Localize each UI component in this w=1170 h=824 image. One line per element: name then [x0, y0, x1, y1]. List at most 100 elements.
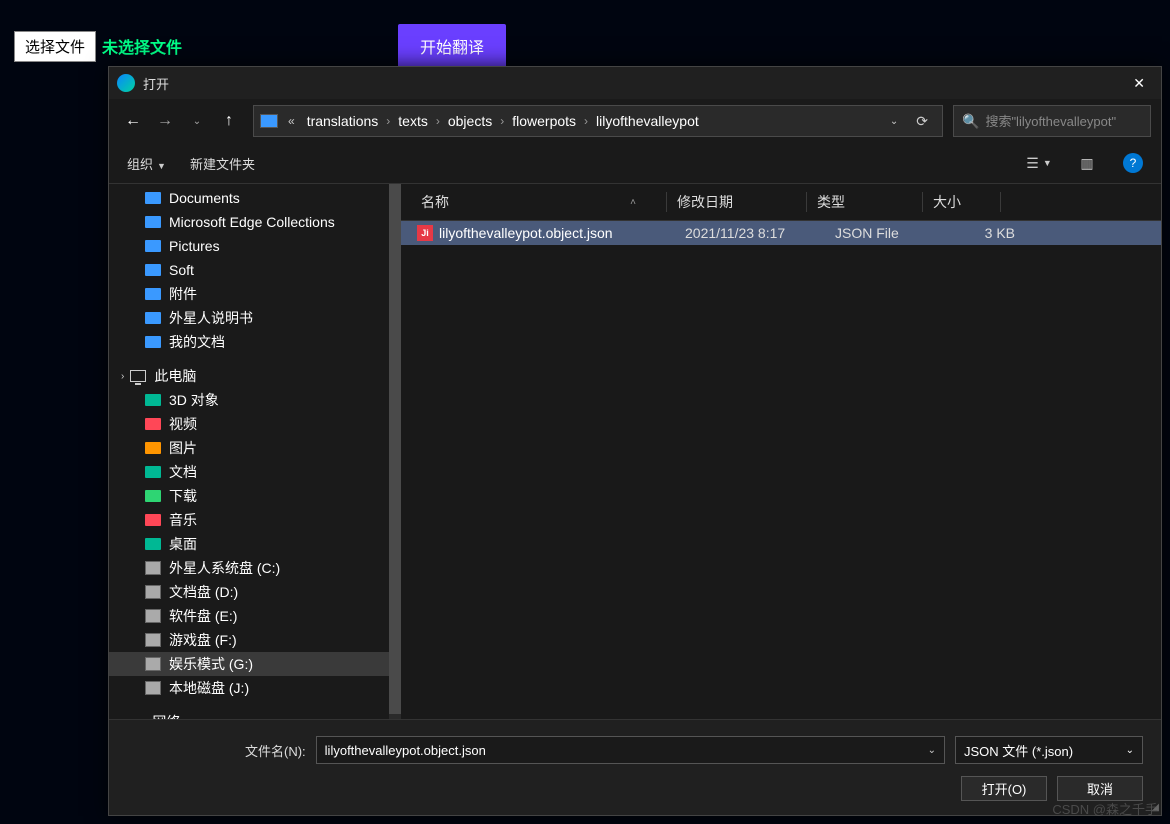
tree-item-label: 外星人系统盘 (C:): [169, 558, 280, 578]
tree-item[interactable]: 娱乐模式 (G:): [109, 652, 401, 676]
tree-item[interactable]: ›此电脑: [109, 364, 401, 388]
file-date: 2021/11/23 8:17: [675, 225, 825, 241]
disk-icon: [145, 561, 161, 575]
file-size: 3 KB: [941, 225, 1015, 241]
disk-icon: [145, 681, 161, 695]
open-button[interactable]: 打开(O): [961, 776, 1047, 801]
crumb-0[interactable]: translations: [299, 113, 387, 129]
tree-item[interactable]: 附件: [109, 282, 401, 306]
search-input[interactable]: [985, 114, 1161, 129]
file-type-select[interactable]: JSON 文件 (*.json) ⌄: [955, 736, 1143, 764]
chevron-down-icon[interactable]: ⌄: [928, 745, 936, 756]
tree-item[interactable]: 文档盘 (D:): [109, 580, 401, 604]
chevron-down-icon: ▼: [1043, 158, 1052, 168]
tree-item[interactable]: 3D 对象: [109, 388, 401, 412]
folder-icon: [145, 466, 161, 478]
tree-item-label: 3D 对象: [169, 390, 219, 410]
folder-icon: [145, 538, 161, 550]
tree-item-label: 软件盘 (E:): [169, 606, 237, 626]
computer-icon: [130, 370, 146, 382]
column-date[interactable]: 修改日期: [667, 192, 807, 212]
column-headers: 名称˄ 修改日期 类型 大小: [401, 184, 1161, 221]
scrollbar[interactable]: [389, 184, 401, 719]
folder-icon: [145, 418, 161, 430]
tree-item[interactable]: Microsoft Edge Collections: [109, 210, 401, 234]
tree-item-label: 音乐: [169, 510, 197, 530]
tree-item-label: Microsoft Edge Collections: [169, 214, 335, 230]
folder-icon: [145, 264, 161, 276]
crumb-1[interactable]: texts: [390, 113, 436, 129]
tree-item[interactable]: Soft: [109, 258, 401, 282]
path-dropdown-icon[interactable]: ⌄: [880, 116, 908, 127]
disk-icon: [145, 657, 161, 671]
folder-tree[interactable]: Documents Microsoft Edge Collections Pictu…: [109, 184, 401, 719]
breadcrumb[interactable]: « translations › texts › objects › flowe…: [253, 105, 943, 137]
network-icon: ⊶: [130, 714, 144, 720]
search-box[interactable]: 🔍: [953, 105, 1151, 137]
crumb-2[interactable]: objects: [440, 113, 500, 129]
back-button[interactable]: ←: [119, 107, 147, 135]
view-options-icon[interactable]: ☰▼: [1027, 151, 1051, 175]
column-size[interactable]: 大小: [923, 192, 1001, 212]
up-button[interactable]: ↑: [215, 107, 243, 135]
file-list: 名称˄ 修改日期 类型 大小 Jililyofthevalleypot.obje…: [401, 184, 1161, 719]
tree-item-label: Pictures: [169, 238, 220, 254]
tree-item-label: 游戏盘 (F:): [169, 630, 237, 650]
tree-item-label: 文档: [169, 462, 197, 482]
filename-input-wrap[interactable]: ⌄: [316, 736, 945, 764]
new-folder-button[interactable]: 新建文件夹: [190, 154, 255, 173]
folder-icon: [145, 240, 161, 252]
tree-item[interactable]: 下载: [109, 484, 401, 508]
folder-icon: [145, 336, 161, 348]
tree-item[interactable]: 外星人系统盘 (C:): [109, 556, 401, 580]
disk-icon: [145, 585, 161, 599]
file-name: lilyofthevalleypot.object.json: [439, 225, 675, 241]
cancel-button[interactable]: 取消: [1057, 776, 1143, 801]
folder-icon: [145, 192, 161, 204]
folder-icon: [145, 490, 161, 502]
tree-item[interactable]: 游戏盘 (F:): [109, 628, 401, 652]
tree-item[interactable]: 桌面: [109, 532, 401, 556]
tree-item[interactable]: Documents: [109, 186, 401, 210]
tree-item-label: 我的文档: [169, 332, 225, 352]
tree-item[interactable]: 本地磁盘 (J:): [109, 676, 401, 700]
refresh-icon[interactable]: ⟳: [908, 113, 936, 130]
tree-item-label: 附件: [169, 284, 197, 304]
column-name[interactable]: 名称˄: [411, 192, 667, 212]
tree-item[interactable]: 文档: [109, 460, 401, 484]
filename-label: 文件名(N):: [245, 741, 306, 760]
tree-item[interactable]: 音乐: [109, 508, 401, 532]
tree-item[interactable]: 图片: [109, 436, 401, 460]
select-file-button[interactable]: 选择文件: [14, 31, 96, 62]
column-type[interactable]: 类型: [807, 192, 923, 212]
file-type-value: JSON 文件 (*.json): [964, 741, 1126, 760]
folder-icon: [145, 514, 161, 526]
filename-input[interactable]: [325, 743, 928, 758]
watermark: CSDN @森之千手: [1052, 799, 1158, 818]
crumb-4[interactable]: lilyofthevalleypot: [588, 113, 707, 129]
crumb-3[interactable]: flowerpots: [504, 113, 584, 129]
tree-item-label: 网络: [152, 712, 180, 719]
help-icon[interactable]: ?: [1123, 153, 1143, 173]
tree-item[interactable]: ›⊶网络: [109, 710, 401, 719]
toolbar: 组织▼ 新建文件夹 ☰▼ ▥ ?: [109, 143, 1161, 184]
preview-pane-icon[interactable]: ▥: [1075, 151, 1099, 175]
tree-item[interactable]: 软件盘 (E:): [109, 604, 401, 628]
close-icon[interactable]: ✕: [1125, 75, 1153, 92]
tree-item-label: Soft: [169, 262, 194, 278]
translate-button[interactable]: 开始翻译: [398, 24, 506, 68]
chevron-down-icon: ▼: [157, 161, 166, 171]
folder-icon: [145, 216, 161, 228]
recent-dropdown[interactable]: ⌄: [183, 107, 211, 135]
tree-item[interactable]: 视频: [109, 412, 401, 436]
file-type: JSON File: [825, 225, 941, 241]
file-row[interactable]: Jililyofthevalleypot.object.json2021/11/…: [401, 221, 1161, 245]
organize-menu[interactable]: 组织▼: [127, 154, 166, 173]
forward-button[interactable]: →: [151, 107, 179, 135]
chevron-left-icon: «: [288, 114, 295, 128]
tree-item[interactable]: 外星人说明书: [109, 306, 401, 330]
scrollbar-thumb[interactable]: [389, 184, 401, 714]
tree-item-label: 桌面: [169, 534, 197, 554]
tree-item[interactable]: Pictures: [109, 234, 401, 258]
tree-item[interactable]: 我的文档: [109, 330, 401, 354]
